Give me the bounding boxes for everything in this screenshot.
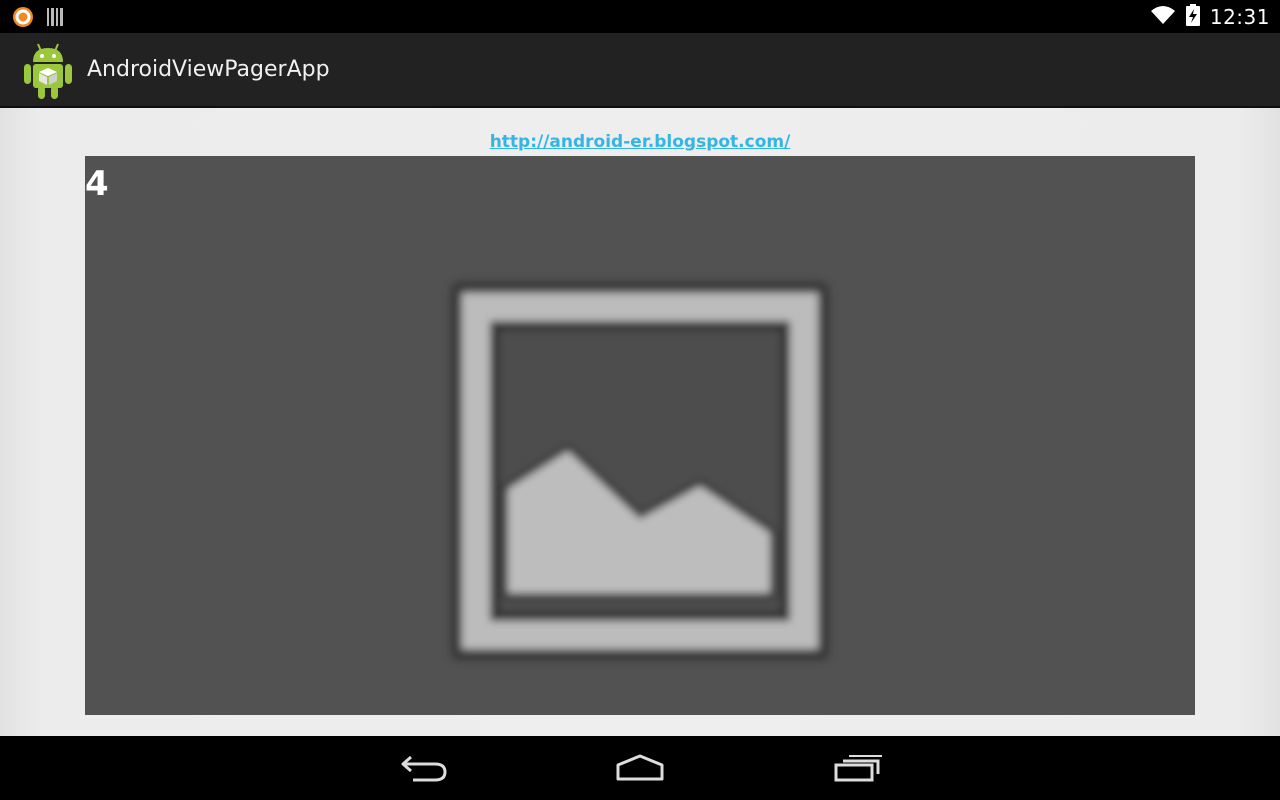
- status-clock: 12:31: [1209, 4, 1270, 29]
- battery-charging-icon: [1185, 3, 1200, 30]
- notification-app-icon[interactable]: [12, 6, 34, 32]
- back-icon[interactable]: [394, 750, 454, 786]
- recent-apps-icon[interactable]: [827, 750, 887, 786]
- system-icons: 12:31: [1150, 0, 1270, 33]
- notification-barcode-icon[interactable]: [46, 7, 64, 31]
- app-title: AndroidViewPagerApp: [87, 57, 330, 82]
- status-bar: 12:31: [0, 0, 1280, 33]
- image-placeholder-icon: [440, 271, 840, 671]
- view-pager[interactable]: 4: [85, 156, 1195, 715]
- android-app-icon[interactable]: [22, 40, 74, 100]
- home-icon[interactable]: [610, 750, 670, 786]
- navigation-bar: [0, 736, 1280, 800]
- page-number-label: 4: [85, 164, 109, 204]
- content-area: http://android-er.blogspot.com/ 4: [0, 108, 1280, 736]
- wifi-icon: [1150, 5, 1176, 29]
- action-bar: AndroidViewPagerApp: [0, 33, 1280, 108]
- notification-area: [12, 6, 64, 32]
- blog-link[interactable]: http://android-er.blogspot.com/: [0, 132, 1280, 152]
